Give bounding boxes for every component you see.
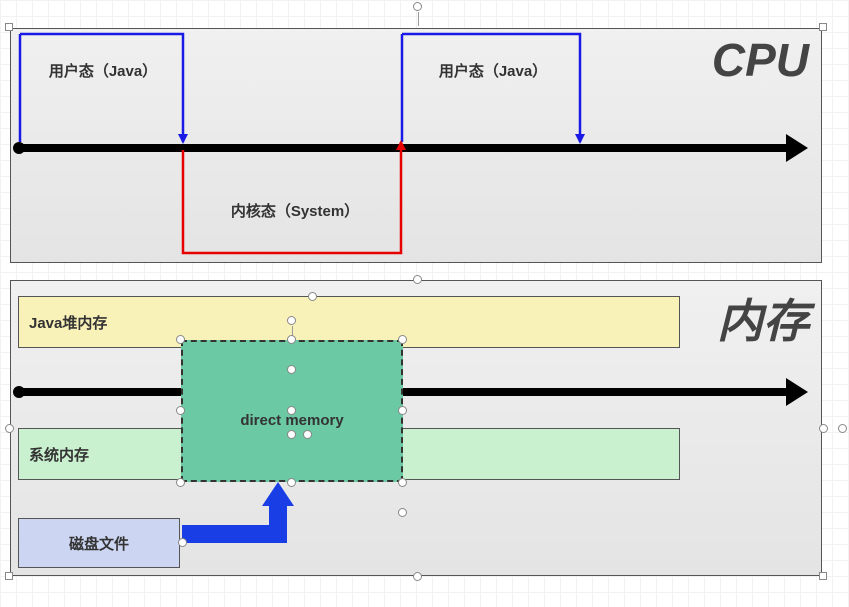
canvas-handle-tl[interactable]	[5, 23, 13, 31]
kernel-mode-box	[181, 138, 411, 258]
user-mode-label-1: 用户态（Java）	[28, 60, 178, 81]
handle-extra3[interactable]	[287, 430, 296, 439]
edge-handle-disk[interactable]	[178, 538, 187, 547]
user-mode-box-1	[18, 32, 198, 152]
disk-to-memory-arrow	[178, 478, 318, 568]
handle-extra2[interactable]	[287, 406, 296, 415]
edge-handle-top2[interactable]	[308, 292, 317, 301]
kernel-mode-label: 内核态（System）	[210, 200, 380, 221]
edge-handle-top[interactable]	[413, 275, 422, 284]
disk-file-box: 磁盘文件	[18, 518, 180, 568]
user-mode-box-2	[400, 32, 590, 152]
handle-ml[interactable]	[176, 406, 185, 415]
handle-br[interactable]	[398, 478, 407, 487]
memory-title: 内存	[717, 285, 809, 351]
handle-extra4[interactable]	[303, 430, 312, 439]
canvas-handle-bl[interactable]	[5, 572, 13, 580]
edge-handle-arrow-end[interactable]	[398, 508, 407, 517]
handle-mr[interactable]	[398, 406, 407, 415]
rotate-handle[interactable]	[287, 316, 296, 325]
handle-tm[interactable]	[287, 335, 296, 344]
canvas-handle-br[interactable]	[819, 572, 827, 580]
edge-handle-left[interactable]	[5, 424, 14, 433]
edge-handle-right2[interactable]	[838, 424, 847, 433]
edge-handle-bottom[interactable]	[413, 572, 422, 581]
handle-tr[interactable]	[398, 335, 407, 344]
memory-timeline-arrow	[18, 388, 790, 396]
edge-handle-right[interactable]	[819, 424, 828, 433]
user-mode-label-2: 用户态（Java）	[418, 60, 568, 81]
handle-extra1[interactable]	[287, 365, 296, 374]
canvas-rotate-handle[interactable]	[413, 2, 422, 11]
cpu-title: CPU	[712, 33, 809, 87]
handle-tl[interactable]	[176, 335, 185, 344]
canvas-handle-tr[interactable]	[819, 23, 827, 31]
